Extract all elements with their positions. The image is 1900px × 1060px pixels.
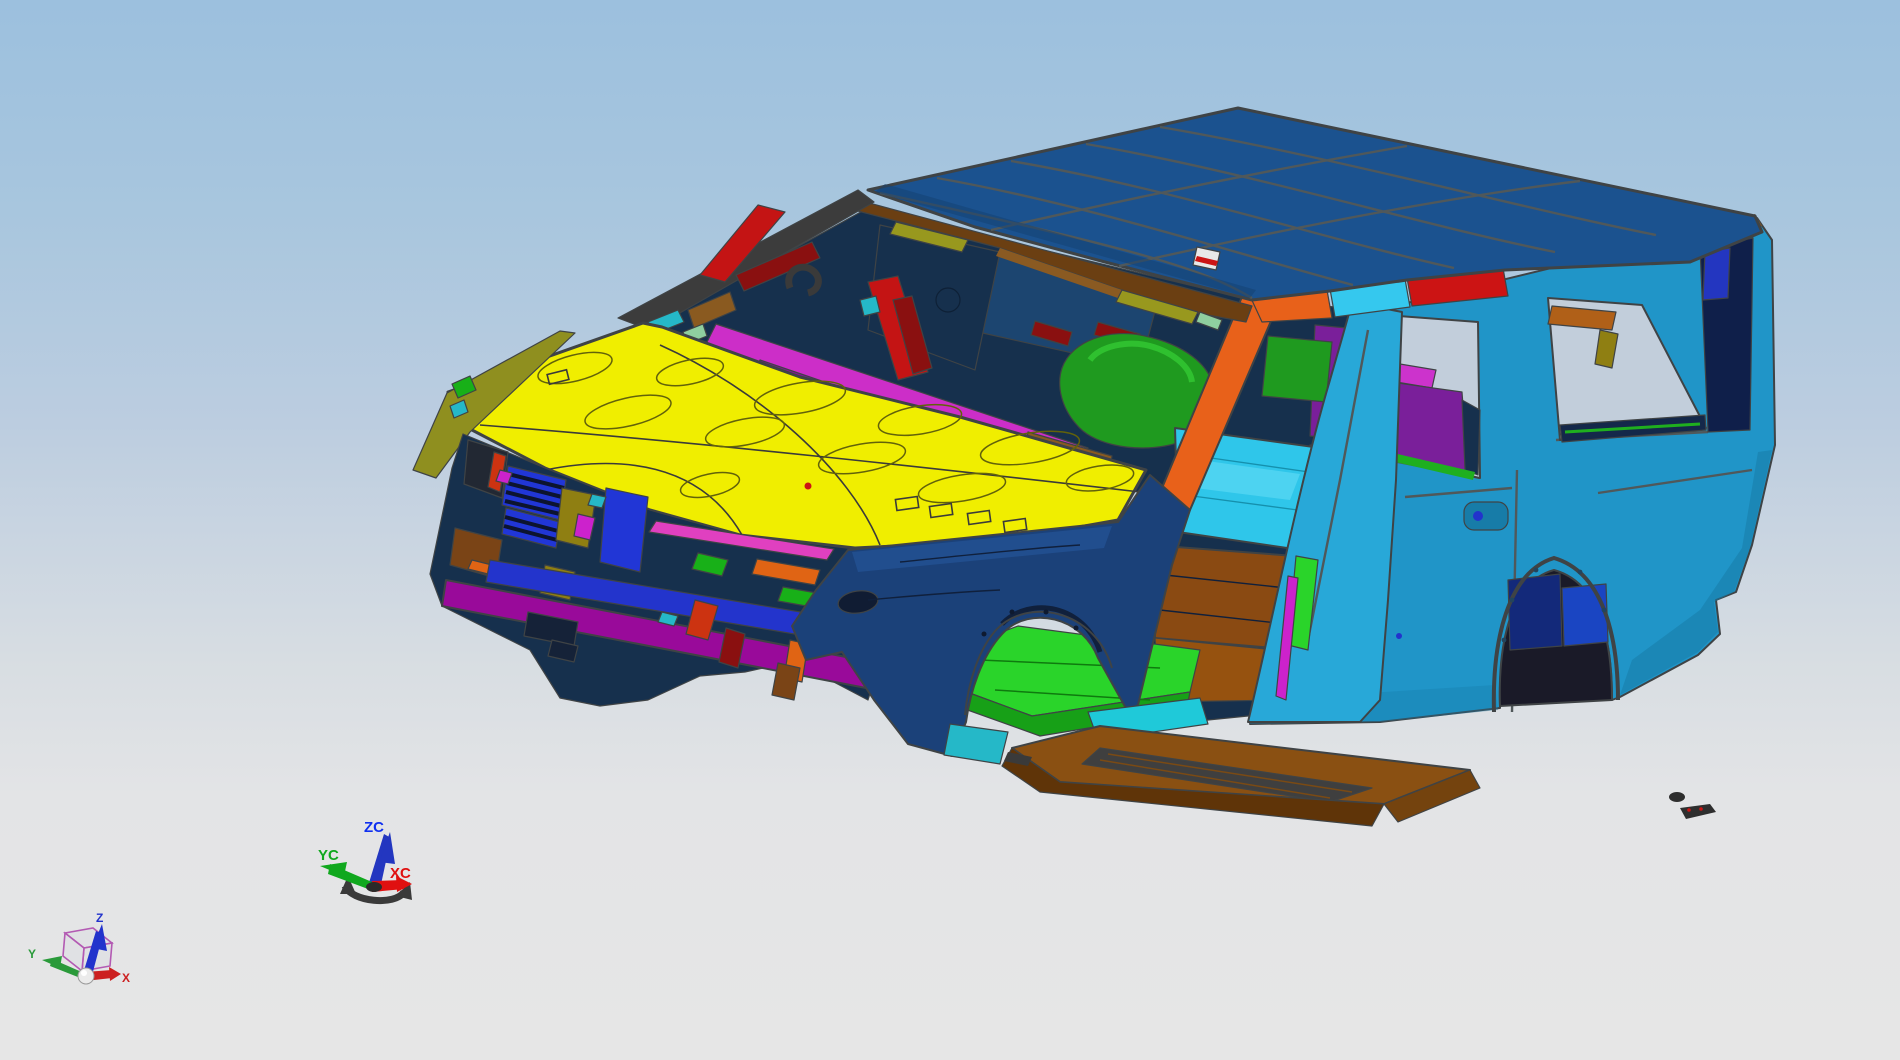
wcs-y-label: YC (318, 847, 339, 864)
arch-blue-box[interactable] (1561, 583, 1609, 647)
cad-3d-viewport[interactable]: ZC YC XC Z Y X (0, 0, 1900, 1060)
arch-rivet (1533, 567, 1539, 573)
door-plug (1396, 633, 1402, 639)
debris-sliver[interactable] (1680, 804, 1716, 819)
door-handle-dot (1473, 511, 1483, 521)
cowl-teal-bit[interactable] (859, 295, 881, 317)
fender-bolt (981, 631, 987, 637)
view-origin-sphere[interactable] (77, 967, 95, 985)
wcs-x-label: XC (390, 865, 411, 882)
rear-seat-green[interactable] (1261, 335, 1333, 403)
arch-rivet (1509, 597, 1515, 603)
window-corner-navy (1461, 399, 1481, 476)
wcs-origin[interactable] (366, 882, 382, 892)
debris-red-dot (1687, 808, 1691, 812)
view-origin-highlight (81, 970, 87, 976)
fender-teal-bracket[interactable] (943, 723, 1009, 765)
fender-bolt (1009, 609, 1015, 615)
debris-red-dot (1699, 807, 1703, 811)
arch-navy-box[interactable] (1507, 573, 1563, 651)
view-triad[interactable]: Z Y X (28, 911, 130, 985)
radiator-column-blue[interactable] (599, 487, 649, 573)
fender-bolt (1043, 609, 1049, 615)
debris-parts[interactable] (1669, 792, 1716, 819)
arch-rivet (1577, 569, 1583, 575)
debris-blob[interactable] (1669, 792, 1685, 802)
wcs-triad[interactable]: ZC YC XC (318, 819, 412, 905)
door-handle-recess[interactable] (1463, 501, 1509, 531)
wcs-z-label: ZC (364, 819, 384, 836)
view-z-label: Z (96, 911, 103, 925)
fender-bolt (1073, 625, 1079, 631)
support-cyan-bit (587, 493, 607, 509)
arch-rivet (1501, 637, 1507, 643)
view-x-arrowhead (109, 967, 121, 981)
view-y-label: Y (28, 947, 36, 961)
arch-rivet (1601, 607, 1607, 613)
view-x-label: X (122, 971, 130, 985)
